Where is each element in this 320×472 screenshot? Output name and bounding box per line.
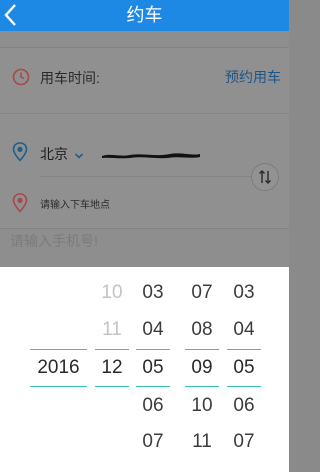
- page-title: 约车: [126, 5, 163, 25]
- time-value[interactable]: 现在: [120, 71, 140, 86]
- day-selection-bottom-line: [136, 386, 170, 387]
- swap-icon: [252, 170, 278, 194]
- hour-selection-top-line: [185, 349, 219, 350]
- hour-option[interactable]: 07: [185, 280, 219, 306]
- day-selected[interactable]: 05: [136, 355, 170, 381]
- month-option[interactable]: 10: [95, 280, 129, 306]
- day-option[interactable]: 07: [136, 429, 170, 455]
- pickup-address-redacted: [100, 147, 202, 159]
- minute-column[interactable]: 03 04 05 06 07: [227, 267, 261, 472]
- reserve-button[interactable]: 预约用车: [225, 67, 281, 87]
- destination-row[interactable]: 请输入下车地点: [0, 193, 289, 217]
- minute-selection-bottom-line: [227, 386, 261, 387]
- booking-form-area: 用车时间: 现在 预约用车 北京 请输入下车地点 请输入手机号!: [0, 31, 289, 267]
- minute-option[interactable]: 07: [227, 429, 261, 455]
- minute-option[interactable]: 06: [227, 393, 261, 419]
- swap-button[interactable]: [251, 163, 279, 191]
- time-label: 用车时间:: [40, 70, 100, 86]
- minute-option[interactable]: 03: [227, 280, 261, 306]
- minute-selected[interactable]: 05: [227, 355, 261, 381]
- datetime-picker: 2016 10 11 12 03 04 05 06 07 07 08 09 10…: [0, 267, 289, 472]
- location-pin-icon: [12, 142, 28, 162]
- hour-selected[interactable]: 09: [185, 355, 219, 381]
- year-selection-bottom-line: [30, 386, 87, 387]
- booking-card: 用车时间: 现在 预约用车 北京 请输入下车地点: [0, 47, 289, 229]
- divider: [40, 176, 260, 177]
- hour-option[interactable]: 11: [185, 429, 219, 455]
- day-selection-top-line: [136, 349, 170, 350]
- month-column[interactable]: 10 11 12: [95, 267, 129, 472]
- hour-option[interactable]: 08: [185, 317, 219, 343]
- day-option[interactable]: 06: [136, 393, 170, 419]
- year-selection-top-line: [30, 349, 87, 350]
- day-column[interactable]: 03 04 05 06 07: [136, 267, 170, 472]
- year-column[interactable]: 2016: [30, 267, 87, 472]
- year-selected[interactable]: 2016: [30, 355, 87, 381]
- day-option[interactable]: 04: [136, 317, 170, 343]
- time-row[interactable]: 用车时间: 现在 预约用车: [0, 66, 289, 90]
- hour-column[interactable]: 07 08 09 10 11: [185, 267, 219, 472]
- minute-option[interactable]: 04: [227, 317, 261, 343]
- minute-selection-top-line: [227, 349, 261, 350]
- chevron-down-icon[interactable]: [74, 147, 84, 159]
- pickup-row[interactable]: 北京: [0, 141, 289, 167]
- destination-pin-icon: [12, 193, 28, 213]
- hour-selection-bottom-line: [185, 386, 219, 387]
- month-option[interactable]: 11: [95, 317, 129, 343]
- city-selector[interactable]: 北京: [40, 144, 68, 164]
- divider: [0, 113, 289, 114]
- phone-input[interactable]: 请输入手机号!: [10, 231, 98, 251]
- month-selection-bottom-line: [95, 386, 129, 387]
- hour-option[interactable]: 10: [185, 393, 219, 419]
- month-selection-top-line: [95, 349, 129, 350]
- clock-icon: [12, 68, 30, 86]
- month-selected[interactable]: 12: [95, 355, 129, 381]
- title-bar: 约车: [0, 0, 289, 31]
- day-option[interactable]: 03: [136, 280, 170, 306]
- destination-input[interactable]: 请输入下车地点: [40, 196, 110, 211]
